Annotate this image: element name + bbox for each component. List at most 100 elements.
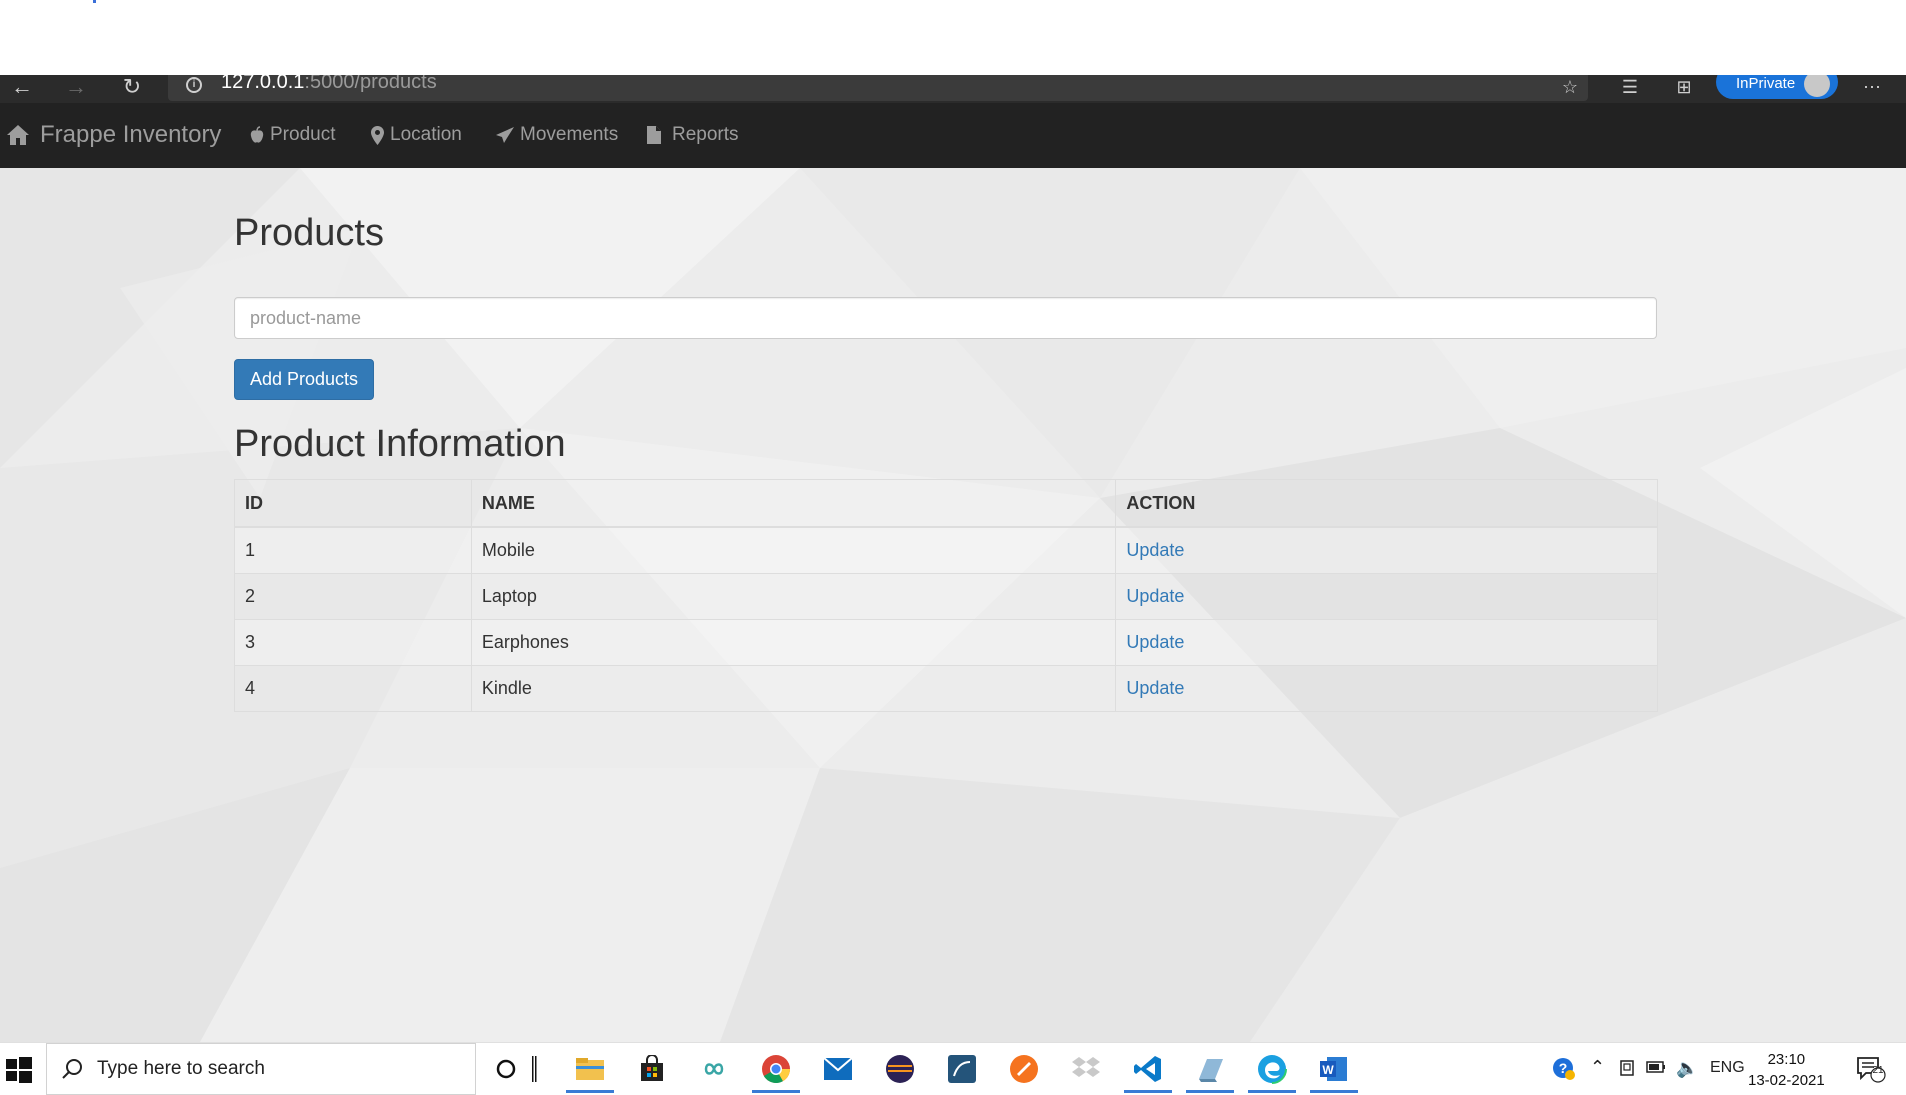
site-info-icon[interactable]: i	[186, 77, 202, 93]
send-icon	[496, 127, 514, 143]
refresh-icon[interactable]: ↻	[118, 75, 146, 99]
section-title: Product Information	[234, 423, 566, 465]
cell-id: 2	[234, 573, 472, 620]
home-icon	[7, 125, 29, 145]
battery-icon[interactable]	[1646, 1060, 1666, 1079]
nav-item-movements[interactable]: Movements	[496, 124, 618, 146]
update-link[interactable]: Update	[1126, 540, 1184, 560]
sublime-icon[interactable]	[1004, 1051, 1044, 1087]
volume-icon[interactable]: 🔈	[1676, 1058, 1698, 1079]
brand-label: Frappe Inventory	[40, 121, 222, 148]
word-icon[interactable]: W	[1310, 1051, 1358, 1093]
column-header-action: ACTION	[1115, 479, 1658, 528]
nav-label-reports: Reports	[672, 124, 739, 145]
taskbar-clock[interactable]: 23:10 13-02-2021	[1748, 1049, 1825, 1091]
nav-label-product: Product	[270, 124, 336, 145]
table-row: 3 Earphones Update	[234, 619, 1658, 666]
windows-start-icon[interactable]	[6, 1057, 32, 1083]
notepad-icon[interactable]	[1186, 1051, 1234, 1093]
back-icon[interactable]: ←	[8, 75, 36, 99]
taskbar-search[interactable]: Type here to search	[46, 1043, 476, 1095]
cell-id: 4	[234, 665, 472, 712]
cursor-mark	[93, 0, 96, 3]
taskbar-search-placeholder: Type here to search	[97, 1058, 265, 1079]
update-link[interactable]: Update	[1126, 586, 1184, 606]
task-view-icon[interactable]	[526, 1051, 542, 1087]
inprivate-badge[interactable]: InPrivate	[1716, 75, 1838, 99]
nav-item-product[interactable]: Product	[250, 124, 335, 146]
cell-id: 3	[234, 619, 472, 666]
collections-icon[interactable]: ⊞	[1670, 75, 1698, 99]
column-header-name: NAME	[470, 479, 1117, 528]
table-row: 2 Laptop Update	[234, 573, 1658, 620]
active-indicator	[1248, 1090, 1296, 1093]
brand-link[interactable]: Frappe Inventory	[6, 121, 221, 149]
active-indicator	[1124, 1090, 1172, 1093]
active-indicator	[1186, 1090, 1234, 1093]
mysql-workbench-icon[interactable]	[942, 1051, 982, 1087]
inprivate-label: InPrivate	[1736, 75, 1796, 92]
url-text[interactable]: 127.0.0.1:5000/products	[221, 75, 437, 94]
cell-name: Mobile	[470, 526, 1117, 574]
cell-action: Update	[1115, 573, 1658, 620]
add-products-button[interactable]: Add Products	[234, 359, 375, 400]
clock-time: 23:10	[1767, 1051, 1806, 1068]
update-link[interactable]: Update	[1126, 632, 1184, 652]
cell-name: Earphones	[470, 619, 1117, 666]
cell-name: Laptop	[470, 573, 1117, 620]
product-name-input[interactable]	[234, 297, 1657, 339]
windows-taskbar: Type here to search W ? ⌃ 🔈 ENG 23:10 13…	[0, 1042, 1906, 1095]
nav-label-movements: Movements	[520, 124, 619, 145]
search-icon	[62, 1059, 82, 1079]
table-row: 1 Mobile Update	[234, 526, 1658, 574]
profile-avatar	[1804, 75, 1830, 97]
store-icon[interactable]	[632, 1051, 672, 1087]
notification-count: 21	[1872, 1065, 1884, 1076]
infinity-app-icon[interactable]	[694, 1051, 734, 1087]
url-host: 127.0.0.1	[221, 75, 305, 93]
active-indicator	[1310, 1090, 1358, 1093]
nav-item-reports[interactable]: Reports	[646, 124, 739, 146]
browser-toolbar: ← → ↻ i 127.0.0.1:5000/products ☆ ☰ ⊞ In…	[0, 75, 1906, 103]
cell-action: Update	[1115, 526, 1658, 574]
column-header-id: ID	[234, 479, 472, 528]
cell-name: Kindle	[470, 665, 1117, 712]
forward-icon[interactable]: →	[62, 75, 90, 99]
notification-center-icon[interactable]: 21	[1856, 1055, 1886, 1088]
cell-action: Update	[1115, 665, 1658, 712]
file-icon	[647, 126, 661, 144]
vscode-icon[interactable]	[1124, 1051, 1172, 1093]
clock-date: 13-02-2021	[1748, 1072, 1825, 1089]
cortana-icon[interactable]	[486, 1051, 526, 1087]
svg-text:W: W	[1322, 1063, 1334, 1077]
cell-action: Update	[1115, 619, 1658, 666]
products-table: ID NAME ACTION 1 Mobile Update 2 Laptop …	[234, 479, 1658, 712]
nav-item-location[interactable]: Location	[371, 124, 462, 146]
language-indicator[interactable]: ENG	[1710, 1059, 1745, 1077]
table-row: 4 Kindle Update	[234, 665, 1658, 712]
file-explorer-icon[interactable]	[566, 1051, 614, 1093]
add-favorite-icon[interactable]: ☆	[1556, 75, 1584, 99]
map-marker-icon	[371, 125, 384, 145]
device-icon[interactable]	[1618, 1058, 1636, 1083]
edge-icon[interactable]	[1248, 1051, 1296, 1093]
dropbox-icon[interactable]	[1066, 1051, 1106, 1087]
nav-label-location: Location	[390, 124, 462, 145]
url-path: :5000/products	[304, 75, 437, 93]
mail-icon[interactable]	[818, 1051, 858, 1087]
more-options-icon[interactable]: ⋯	[1858, 75, 1886, 99]
help-icon[interactable]: ?	[1552, 1057, 1576, 1086]
page-title: Products	[234, 212, 384, 254]
table-header-row: ID NAME ACTION	[234, 479, 1658, 528]
chrome-icon[interactable]	[752, 1051, 800, 1093]
update-link[interactable]: Update	[1126, 678, 1184, 698]
cell-id: 1	[234, 526, 472, 574]
app-navbar: Frappe Inventory Product Location Moveme…	[0, 103, 1906, 169]
top-strip	[0, 0, 1906, 75]
active-indicator	[566, 1090, 614, 1093]
eclipse-icon[interactable]	[880, 1051, 920, 1087]
apple-icon	[250, 126, 264, 143]
active-indicator	[752, 1090, 800, 1093]
chevron-up-icon[interactable]: ⌃	[1590, 1057, 1605, 1078]
favorites-icon[interactable]: ☰	[1616, 75, 1644, 99]
